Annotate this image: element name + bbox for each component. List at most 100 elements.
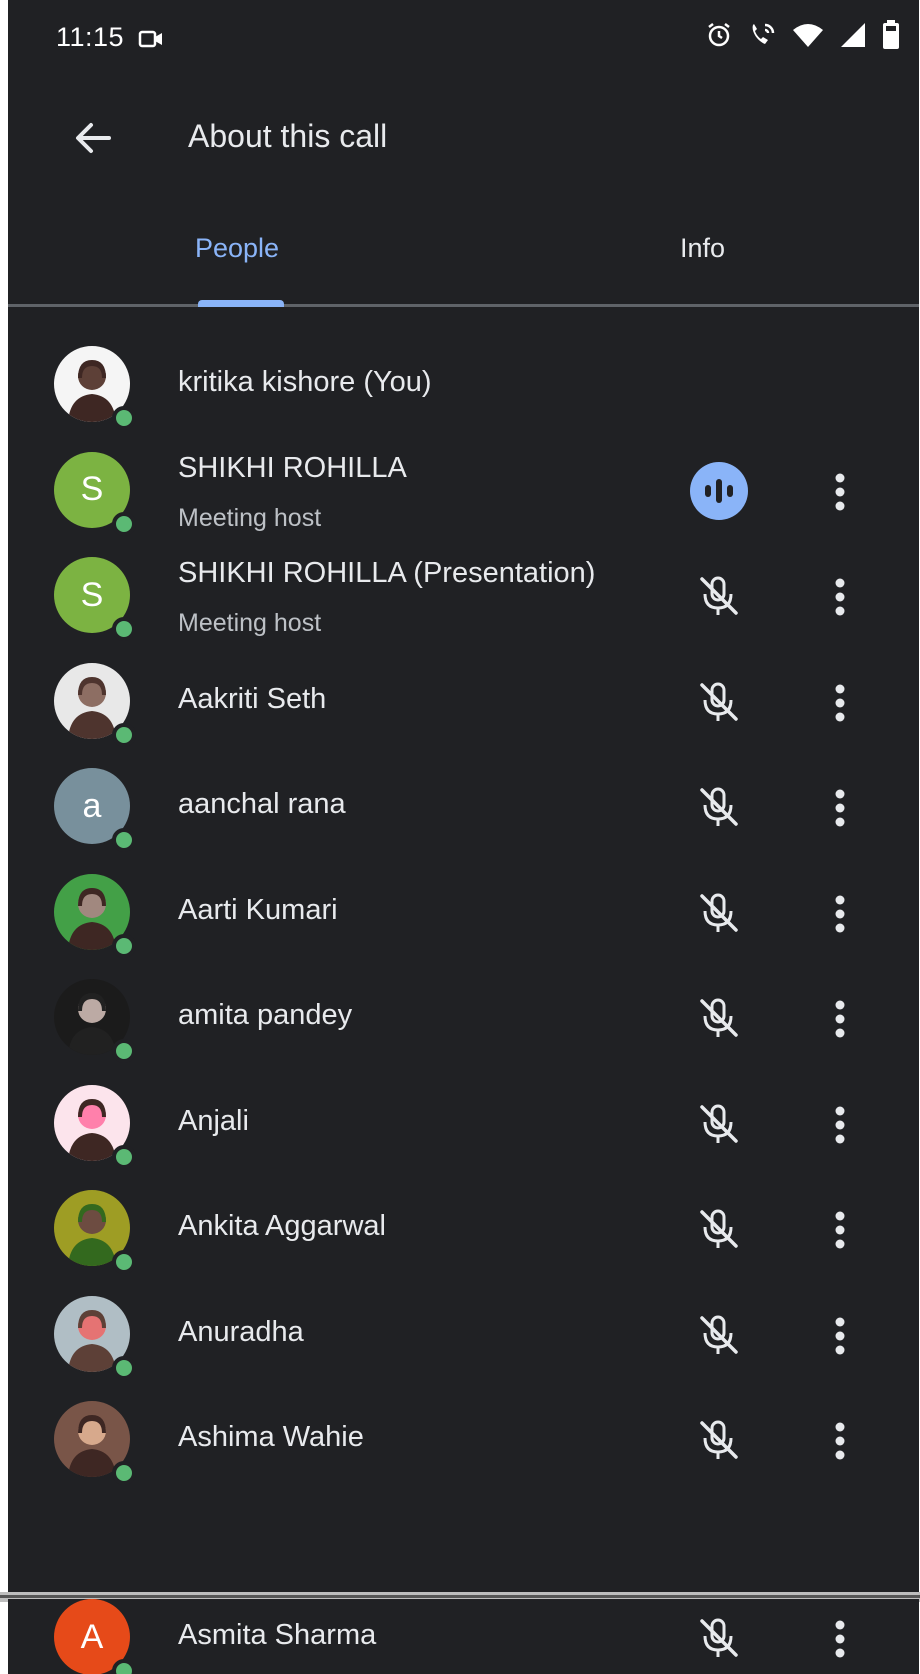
- online-indicator: [112, 722, 136, 747]
- tab-indicator: [198, 300, 284, 307]
- mute-status: [690, 1609, 748, 1667]
- participant-row[interactable]: S SHIKHI ROHILLA (Presentation) Meeting ho…: [8, 539, 919, 651]
- tab-bar: People Info: [8, 192, 919, 307]
- participant-name: Ashima Wahie: [178, 1421, 364, 1453]
- mic-off-icon: [700, 682, 738, 721]
- signal-icon: [839, 21, 867, 54]
- more-vert-icon: [835, 473, 845, 510]
- online-indicator: [112, 511, 136, 536]
- screenshot-frame: 11:15 About this call People Info kritik…: [0, 0, 920, 1674]
- online-indicator: [112, 617, 136, 641]
- participant-row[interactable]: Anuradha: [8, 1278, 919, 1390]
- app-bar: About this call: [8, 82, 919, 192]
- mute-status: [690, 567, 748, 625]
- online-indicator: [112, 1039, 136, 1063]
- mic-off-icon: [700, 1420, 738, 1459]
- more-options-button[interactable]: [820, 886, 860, 942]
- more-vert-icon: [835, 684, 845, 721]
- page-title: About this call: [188, 118, 388, 154]
- arrow-back-icon: [76, 123, 111, 153]
- mic-off-icon: [700, 1315, 738, 1354]
- participant-row[interactable]: A Asmita Sharma: [8, 1599, 919, 1674]
- participant-name: kritika kishore (You): [178, 366, 432, 398]
- mute-status: [690, 1411, 748, 1469]
- mic-off-icon: [700, 1104, 738, 1143]
- online-indicator: [112, 933, 136, 958]
- mute-status: [690, 884, 748, 942]
- participant-name: SHIKHI ROHILLA: [178, 451, 407, 484]
- more-options-button[interactable]: [820, 675, 860, 731]
- mic-off-icon: [700, 1209, 738, 1248]
- status-icons: [705, 20, 901, 55]
- mute-status: [690, 1306, 748, 1364]
- online-indicator: [112, 828, 136, 852]
- more-vert-icon: [835, 789, 845, 827]
- more-vert-icon: [835, 578, 845, 616]
- participant-name: Anuradha: [178, 1315, 304, 1348]
- participant-row[interactable]: S SHIKHI ROHILLA Meeting host: [8, 434, 919, 546]
- participant-name: Aarti Kumari: [178, 893, 338, 926]
- more-vert-icon: [835, 1620, 845, 1658]
- phone-screen-continued: A Asmita Sharma: [8, 1599, 919, 1674]
- more-options-button[interactable]: [820, 1308, 860, 1364]
- tab-people-label: People: [195, 232, 280, 263]
- phone-screen: 11:15 About this call People Info kritik…: [8, 0, 919, 1595]
- mic-off-icon: [700, 787, 738, 826]
- mute-status: [690, 1095, 748, 1153]
- more-vert-icon: [835, 1422, 845, 1460]
- mic-off-icon: [700, 893, 738, 932]
- participant-row[interactable]: Ashima Wahie: [8, 1383, 919, 1495]
- mic-off-icon: [700, 998, 738, 1037]
- participant-row[interactable]: kritika kishore (You): [8, 328, 919, 440]
- video-call-icon: [138, 28, 164, 55]
- more-options-button[interactable]: [820, 1413, 860, 1469]
- participant-name: Aakriti Seth: [178, 682, 327, 715]
- battery-icon: [881, 20, 901, 55]
- more-options-button[interactable]: [820, 464, 860, 520]
- online-indicator: [112, 1659, 136, 1674]
- more-vert-icon: [835, 1106, 845, 1143]
- more-options-button[interactable]: [820, 1202, 860, 1258]
- tab-info[interactable]: Info: [463, 192, 918, 304]
- participant-name: Asmita Sharma: [178, 1619, 377, 1651]
- more-options-button[interactable]: [820, 569, 860, 625]
- status-bar: 11:15: [8, 0, 919, 82]
- more-vert-icon: [835, 1211, 845, 1249]
- participant-row[interactable]: Anjali: [8, 1067, 919, 1179]
- participant-row[interactable]: amita pandey: [8, 961, 919, 1073]
- participant-name: aanchal rana: [178, 788, 346, 820]
- mic-off-icon: [700, 576, 738, 615]
- mute-status: [690, 989, 748, 1047]
- participant-name: Ankita Aggarwal: [178, 1210, 386, 1242]
- participant-row[interactable]: a aanchal rana: [8, 750, 919, 862]
- participant-role: Meeting host: [178, 503, 322, 532]
- tab-info-label: Info: [680, 232, 726, 263]
- more-vert-icon: [835, 1000, 845, 1038]
- online-indicator: [112, 1144, 136, 1169]
- online-indicator: [112, 1461, 136, 1485]
- more-options-button[interactable]: [820, 1097, 860, 1153]
- participant-name: amita pandey: [178, 999, 353, 1031]
- participant-row[interactable]: Aarti Kumari: [8, 856, 919, 968]
- status-time: 11:15: [56, 22, 125, 52]
- more-options-button[interactable]: [820, 1611, 860, 1667]
- participant-row[interactable]: Aakriti Seth: [8, 645, 919, 757]
- online-indicator: [112, 1250, 136, 1274]
- speaking-icon: [705, 478, 733, 503]
- mute-status: [690, 778, 748, 836]
- participant-name: SHIKHI ROHILLA (Presentation): [178, 557, 596, 589]
- mute-status: [690, 673, 748, 731]
- participant-name: Anjali: [178, 1104, 249, 1137]
- back-button[interactable]: [63, 108, 123, 168]
- online-indicator: [112, 406, 136, 430]
- participant-row[interactable]: Ankita Aggarwal: [8, 1172, 919, 1284]
- alarm-icon: [705, 21, 733, 54]
- tab-people[interactable]: People: [8, 192, 463, 304]
- more-vert-icon: [835, 895, 845, 932]
- more-options-button[interactable]: [820, 780, 860, 836]
- more-options-button[interactable]: [820, 991, 860, 1047]
- wifi-calling-icon: [747, 21, 777, 54]
- mute-status: [690, 1200, 748, 1258]
- participant-role: Meeting host: [178, 609, 322, 637]
- wifi-icon: [791, 21, 825, 54]
